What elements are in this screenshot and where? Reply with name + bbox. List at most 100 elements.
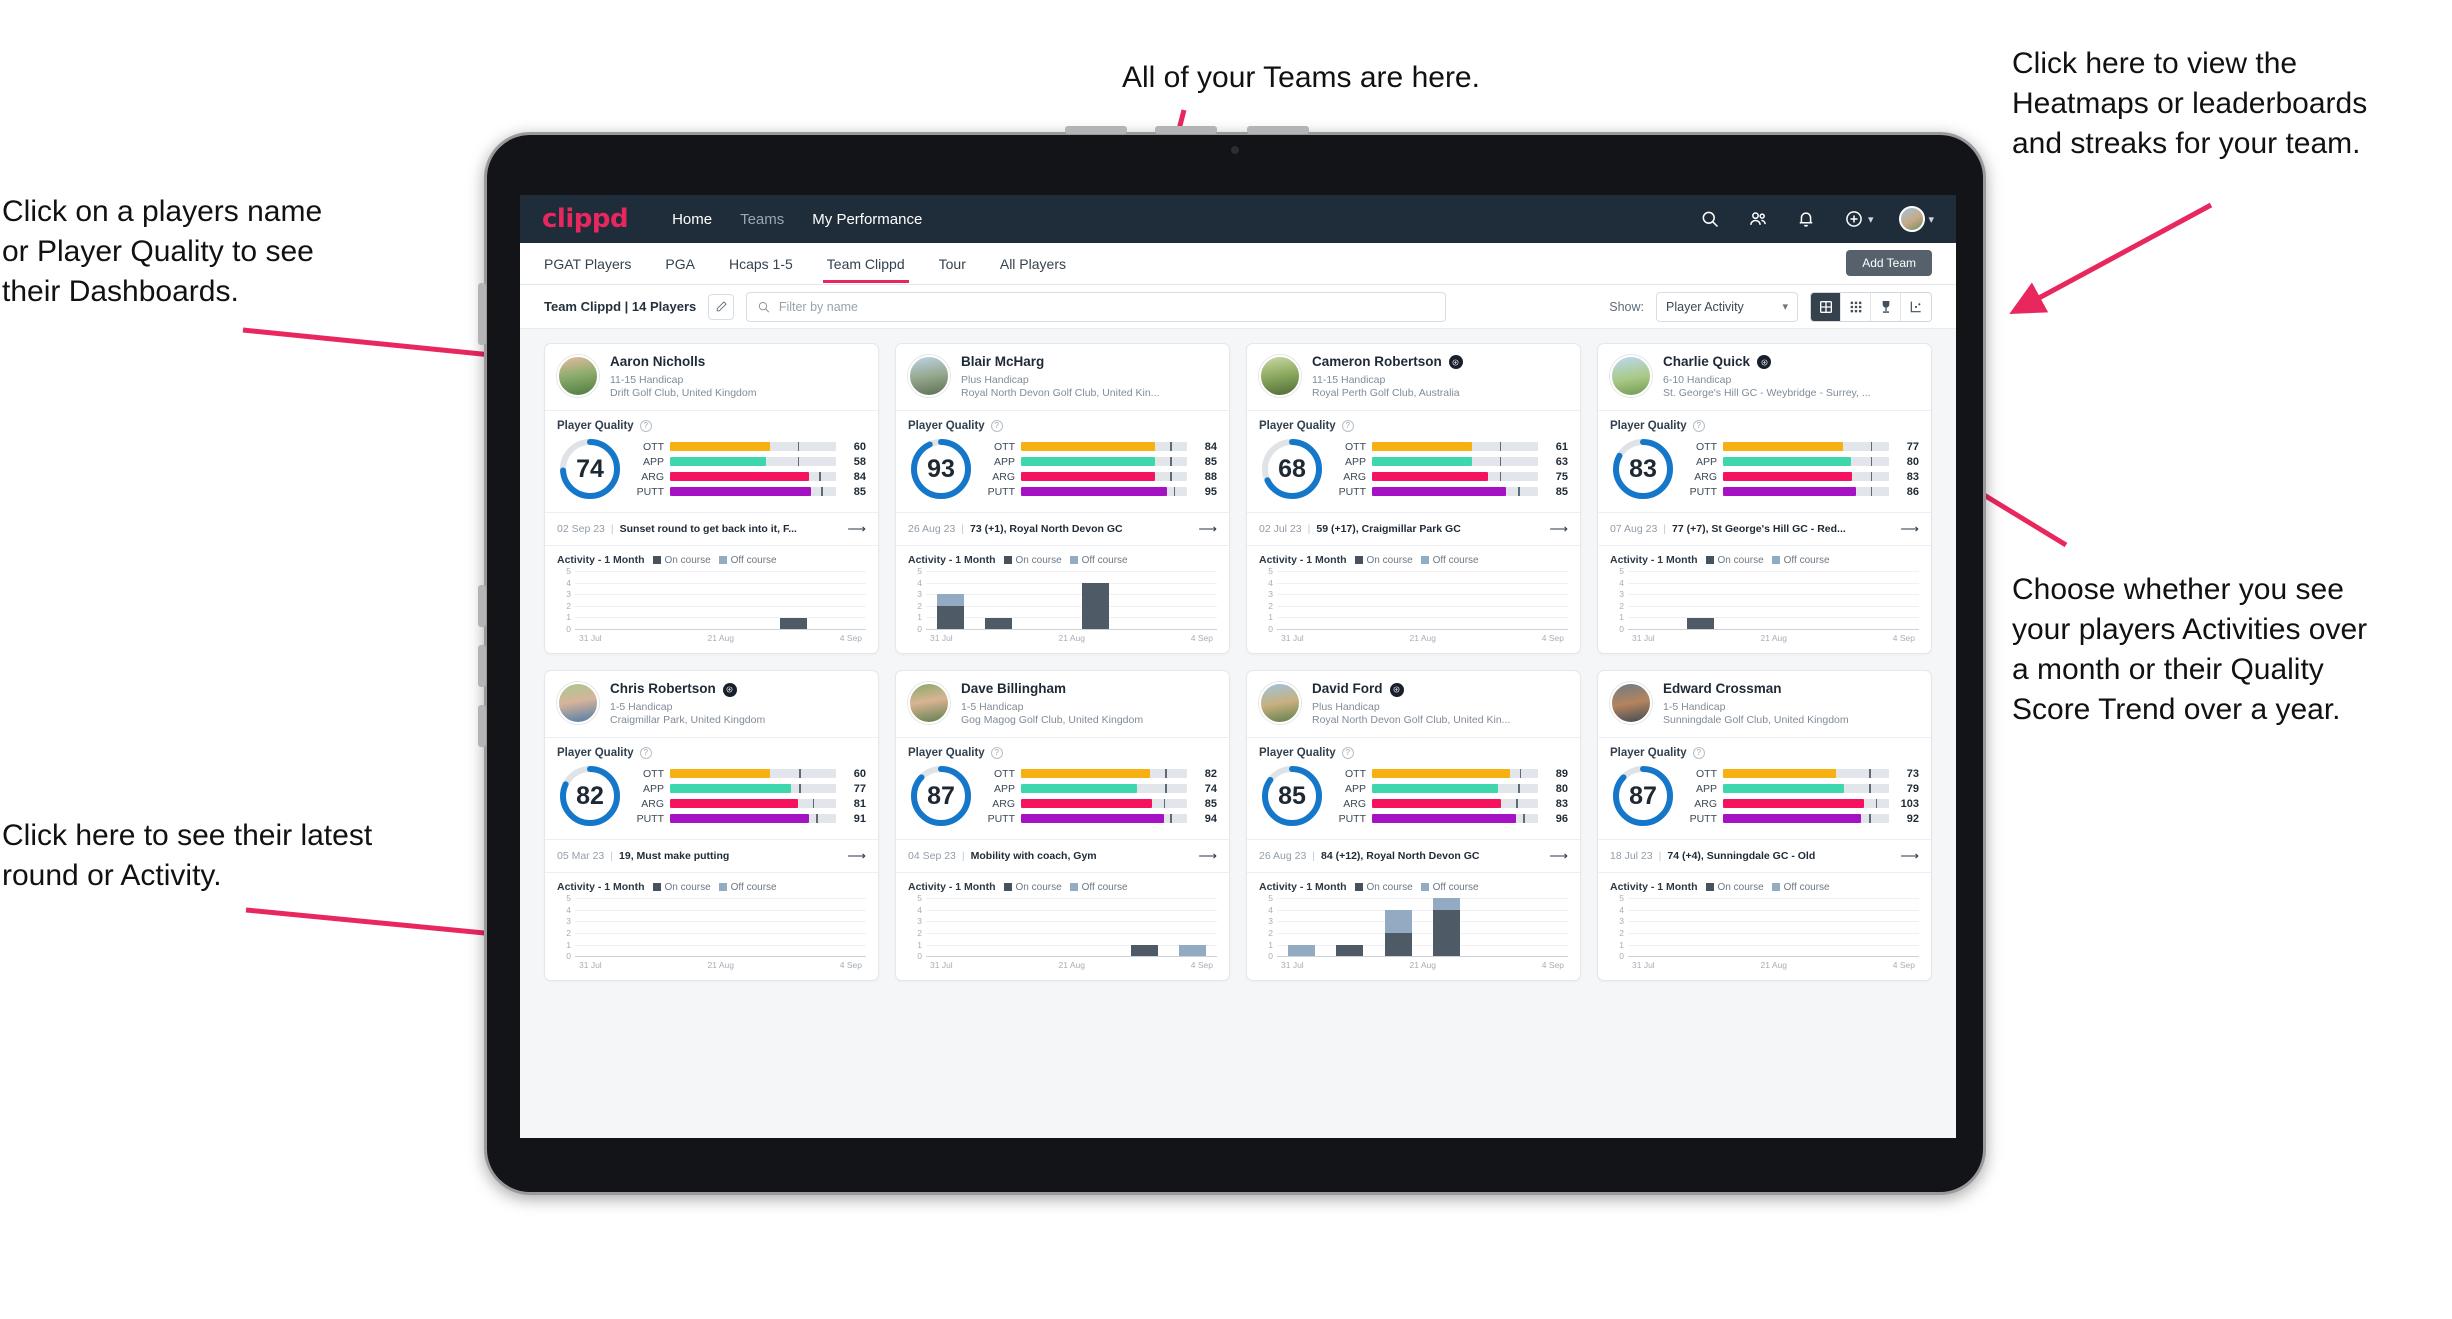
account-menu[interactable]: ▾ — [1899, 206, 1934, 232]
player-name[interactable]: Cameron Robertson — [1312, 354, 1442, 370]
arrow-right-icon[interactable]: ⟶ — [1549, 521, 1568, 537]
player-name-row[interactable]: Chris Robertson — [610, 681, 765, 697]
avatar[interactable] — [557, 355, 599, 397]
player-card-header[interactable]: Chris Robertson 1-5 Handicap Craigmillar P… — [545, 671, 878, 739]
latest-round-row[interactable]: 18 Jul 23 | 74 (+4), Sunningdale GC - Old ⟶ — [1598, 840, 1931, 874]
streaks-icon[interactable] — [1901, 292, 1931, 321]
player-name[interactable]: Blair McHarg — [961, 354, 1044, 370]
player-name[interactable]: Charlie Quick — [1663, 354, 1750, 370]
player-quality-section[interactable]: Player Quality? 87 OTT 82 APP 74 ARG 85 PUTT 94 — [896, 738, 1229, 841]
latest-round-row[interactable]: 26 Aug 23 | 84 (+12), Royal North Devon GC… — [1247, 840, 1580, 874]
latest-round-row[interactable]: 26 Aug 23 | 73 (+1), Royal North Devon GC ⟶ — [896, 513, 1229, 547]
arrow-right-icon[interactable]: ⟶ — [1900, 848, 1919, 864]
quality-score-ring[interactable]: 82 — [557, 763, 623, 829]
arrow-right-icon[interactable]: ⟶ — [1198, 521, 1217, 537]
player-card-header[interactable]: Dave Billingham 1-5 Handicap Gog Magog Gol… — [896, 671, 1229, 739]
show-select[interactable]: Player Activity ▾ — [1656, 291, 1798, 322]
latest-round-row[interactable]: 02 Sep 23 | Sunset round to get back into … — [545, 513, 878, 547]
player-name[interactable]: Edward Crossman — [1663, 681, 1782, 697]
quality-score-ring[interactable]: 83 — [1610, 436, 1676, 502]
latest-round-row[interactable]: 04 Sep 23 | Mobility with coach, Gym ⟶ — [896, 840, 1229, 874]
tab-all-players[interactable]: All Players — [1000, 245, 1066, 283]
player-name-row[interactable]: David Ford — [1312, 681, 1510, 697]
player-card[interactable]: Dave Billingham 1-5 Handicap Gog Magog Gol… — [895, 670, 1230, 982]
help-icon[interactable]: ? — [1341, 420, 1354, 433]
arrow-right-icon[interactable]: ⟶ — [847, 848, 866, 864]
player-quality-section[interactable]: Player Quality? 85 OTT 89 APP 80 ARG 83 PUTT 96 — [1247, 738, 1580, 841]
player-card[interactable]: Edward Crossman 1-5 Handicap Sunningdale G… — [1597, 670, 1932, 982]
latest-round-row[interactable]: 07 Aug 23 | 77 (+7), St George's Hill GC -… — [1598, 513, 1931, 547]
cards-view-icon[interactable] — [1811, 292, 1841, 321]
player-quality-section[interactable]: Player Quality? 74 OTT 60 APP 58 ARG 84 PUTT 85 — [545, 411, 878, 514]
player-card[interactable]: David Ford Plus Handicap Royal North Devon… — [1246, 670, 1581, 982]
player-name-row[interactable]: Blair McHarg — [961, 354, 1159, 370]
player-name-row[interactable]: Edward Crossman — [1663, 681, 1849, 697]
avatar[interactable] — [1610, 682, 1652, 725]
nav-link-teams[interactable]: Teams — [740, 211, 784, 228]
help-icon[interactable]: ? — [1341, 747, 1354, 760]
help-icon[interactable]: ? — [990, 747, 1003, 760]
clippd-logo[interactable]: clippd — [542, 204, 629, 234]
player-card[interactable]: Charlie Quick 6-10 Handicap St. George's H… — [1597, 343, 1932, 655]
player-quality-section[interactable]: Player Quality? 82 OTT 60 APP 77 ARG 81 PUTT 91 — [545, 738, 878, 841]
add-team-button[interactable]: Add Team — [1846, 250, 1932, 276]
arrow-right-icon[interactable]: ⟶ — [1549, 848, 1568, 864]
player-name[interactable]: Chris Robertson — [610, 681, 716, 697]
avatar[interactable] — [908, 682, 950, 725]
quality-score-ring[interactable]: 74 — [557, 436, 623, 502]
player-card[interactable]: Cameron Robertson 11-15 Handicap Royal Per… — [1246, 343, 1581, 655]
grid-view-icon[interactable] — [1841, 292, 1871, 321]
avatar[interactable] — [1259, 355, 1301, 397]
help-icon[interactable]: ? — [990, 420, 1003, 433]
avatar[interactable] — [1610, 355, 1652, 397]
player-quality-section[interactable]: Player Quality? 93 OTT 84 APP 85 ARG 88 PUTT 95 — [896, 411, 1229, 514]
player-name-row[interactable]: Charlie Quick — [1663, 354, 1871, 370]
help-icon[interactable]: ? — [1692, 747, 1705, 760]
quality-score-ring[interactable]: 87 — [1610, 763, 1676, 829]
trophy-icon[interactable] — [1871, 292, 1901, 321]
latest-round-row[interactable]: 02 Jul 23 | 59 (+17), Craigmillar Park GC ⟶ — [1247, 513, 1580, 547]
player-card[interactable]: Blair McHarg Plus Handicap Royal North Dev… — [895, 343, 1230, 655]
bell-icon[interactable] — [1795, 208, 1817, 230]
player-card[interactable]: Aaron Nicholls 11-15 Handicap Drift Golf C… — [544, 343, 879, 655]
player-name[interactable]: Aaron Nicholls — [610, 354, 705, 370]
player-name[interactable]: Dave Billingham — [961, 681, 1066, 697]
avatar[interactable] — [908, 355, 950, 397]
chevron-down-icon[interactable]: ▾ — [1928, 213, 1934, 226]
player-name[interactable]: David Ford — [1312, 681, 1383, 697]
tab-tour[interactable]: Tour — [939, 245, 966, 283]
avatar[interactable] — [1259, 682, 1301, 725]
nav-link-my-performance[interactable]: My Performance — [812, 211, 922, 228]
people-icon[interactable] — [1747, 208, 1769, 230]
nav-link-home[interactable]: Home — [672, 211, 712, 228]
player-name-row[interactable]: Aaron Nicholls — [610, 354, 756, 370]
player-quality-section[interactable]: Player Quality? 87 OTT 73 APP 79 ARG 103 PUTT 92 — [1598, 738, 1931, 841]
player-card-header[interactable]: Edward Crossman 1-5 Handicap Sunningdale G… — [1598, 671, 1931, 739]
quality-score-ring[interactable]: 85 — [1259, 763, 1325, 829]
player-card-header[interactable]: Blair McHarg Plus Handicap Royal North Dev… — [896, 344, 1229, 412]
player-name-row[interactable]: Cameron Robertson — [1312, 354, 1463, 370]
quality-score-ring[interactable]: 93 — [908, 436, 974, 502]
player-card-header[interactable]: David Ford Plus Handicap Royal North Devon… — [1247, 671, 1580, 739]
help-icon[interactable]: ? — [639, 747, 652, 760]
search-icon[interactable] — [1699, 208, 1721, 230]
chevron-down-icon[interactable]: ▾ — [1868, 213, 1874, 226]
plus-circle-menu[interactable]: ▾ — [1843, 208, 1874, 230]
quality-score-ring[interactable]: 68 — [1259, 436, 1325, 502]
search-field-wrapper[interactable] — [746, 291, 1447, 322]
quality-score-ring[interactable]: 87 — [908, 763, 974, 829]
arrow-right-icon[interactable]: ⟶ — [1900, 521, 1919, 537]
player-quality-section[interactable]: Player Quality? 68 OTT 61 APP 63 ARG 75 PUTT 85 — [1247, 411, 1580, 514]
search-input[interactable] — [778, 299, 1436, 314]
help-icon[interactable]: ? — [1692, 420, 1705, 433]
player-name-row[interactable]: Dave Billingham — [961, 681, 1143, 697]
latest-round-row[interactable]: 05 Mar 23 | 19, Must make putting ⟶ — [545, 840, 878, 874]
edit-team-button[interactable] — [708, 293, 735, 320]
tab-hcaps-1-5[interactable]: Hcaps 1-5 — [729, 245, 793, 283]
arrow-right-icon[interactable]: ⟶ — [847, 521, 866, 537]
tab-pga[interactable]: PGA — [665, 245, 695, 283]
plus-circle-icon[interactable] — [1843, 208, 1865, 230]
player-card-header[interactable]: Cameron Robertson 11-15 Handicap Royal Per… — [1247, 344, 1580, 412]
help-icon[interactable]: ? — [639, 420, 652, 433]
tab-pgat-players[interactable]: PGAT Players — [544, 245, 631, 283]
